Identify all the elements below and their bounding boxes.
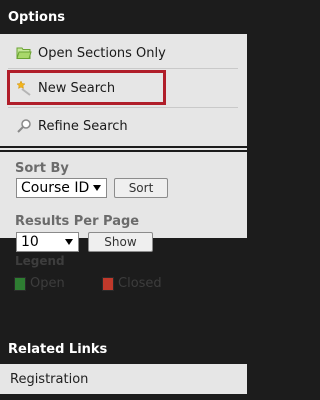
sort-by-value: Course ID bbox=[21, 180, 90, 196]
closed-status-icon bbox=[102, 276, 114, 291]
show-button[interactable]: Show bbox=[88, 232, 153, 252]
legend-open: Open bbox=[14, 276, 65, 291]
legend-title: Legend bbox=[15, 254, 65, 268]
refine-search-label: Refine Search bbox=[38, 118, 128, 134]
legend-panel: Legend Open Closed bbox=[0, 254, 247, 346]
folder-open-icon bbox=[16, 45, 32, 61]
refine-search-link[interactable]: Refine Search bbox=[0, 111, 247, 141]
results-per-page-select[interactable]: 10 bbox=[16, 232, 79, 252]
sort-panel: Sort By Course ID Sort Results Per Page bbox=[0, 152, 247, 238]
open-status-icon bbox=[14, 276, 26, 291]
new-search-label: New Search bbox=[38, 80, 116, 96]
magic-wand-icon bbox=[16, 80, 32, 96]
magnifier-icon bbox=[16, 118, 32, 134]
options-header: Options bbox=[0, 0, 247, 34]
registration-link[interactable]: Registration bbox=[0, 364, 247, 394]
options-divider bbox=[8, 107, 238, 108]
results-per-page-value: 10 bbox=[21, 234, 39, 250]
legend-closed: Closed bbox=[102, 276, 162, 291]
results-per-page-label: Results Per Page bbox=[15, 214, 140, 229]
bottom-border bbox=[0, 394, 247, 400]
options-list: Open Sections Only New Search Refine Sea… bbox=[0, 34, 247, 146]
legend-closed-label: Closed bbox=[118, 276, 162, 291]
open-sections-only-link[interactable]: Open Sections Only bbox=[0, 38, 247, 68]
options-sidebar: Options Open Sections Only New Search Re… bbox=[0, 0, 247, 400]
open-sections-only-label: Open Sections Only bbox=[38, 45, 166, 61]
new-search-link[interactable]: New Search bbox=[0, 73, 247, 103]
legend-open-label: Open bbox=[30, 276, 65, 291]
chevron-down-icon bbox=[93, 185, 101, 191]
options-divider bbox=[8, 68, 238, 69]
chevron-down-icon bbox=[65, 239, 73, 245]
sort-button[interactable]: Sort bbox=[114, 178, 168, 198]
section-divider-line bbox=[0, 148, 247, 150]
sort-by-select[interactable]: Course ID bbox=[16, 178, 107, 198]
sort-by-label: Sort By bbox=[15, 161, 69, 176]
related-links-header: Related Links bbox=[0, 334, 247, 364]
